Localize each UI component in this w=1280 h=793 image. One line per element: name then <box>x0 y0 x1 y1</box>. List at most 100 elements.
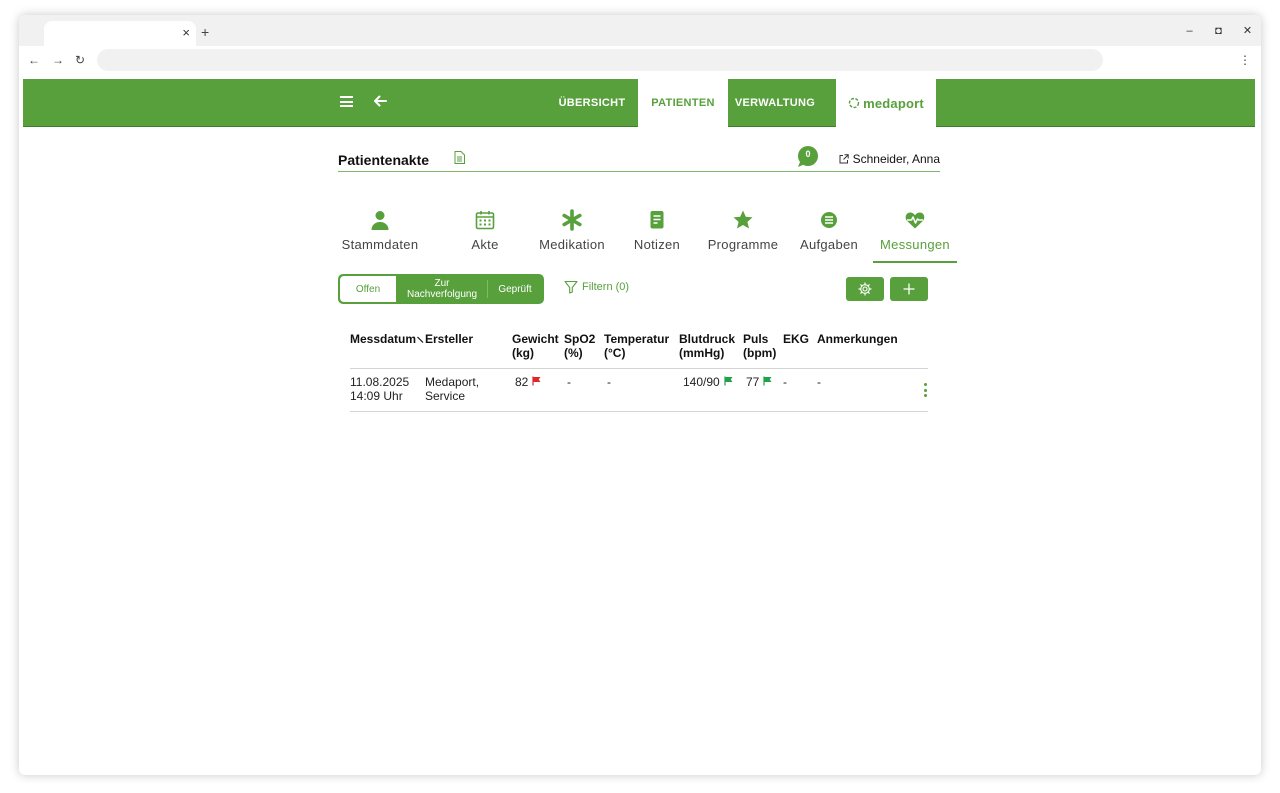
tab-label: Medikation <box>539 237 605 252</box>
note-icon <box>650 211 664 229</box>
tab-label: Notizen <box>633 237 681 252</box>
tab-strip: × + – ◘ ✕ <box>19 15 1261 46</box>
header-label: Blutdruck <box>679 332 736 346</box>
status-geprueft-button[interactable]: Geprüft <box>488 276 542 302</box>
header-puls[interactable]: Puls (bpm) <box>743 332 776 360</box>
calendar-icon <box>475 211 495 230</box>
logo-text: medaport <box>863 95 924 111</box>
header-unit: (°C) <box>604 346 626 360</box>
header-ekg[interactable]: EKG <box>783 332 809 346</box>
header-temperatur[interactable]: Temperatur (°C) <box>604 332 669 360</box>
cell-value: 82 <box>515 375 529 389</box>
forward-button[interactable]: → <box>52 52 64 68</box>
tab-messungen[interactable]: Messungen <box>873 209 957 263</box>
header-unit: (bpm) <box>743 346 777 360</box>
new-tab-button[interactable]: + <box>201 23 209 41</box>
tab-label: Messungen <box>880 237 950 252</box>
tab-notizen[interactable]: Notizen <box>617 209 697 263</box>
tab-akte[interactable]: Akte <box>443 209 527 263</box>
cell-temperatur: - <box>607 375 611 389</box>
tab-label: Programme <box>707 237 779 252</box>
record-header: Patientenakte 0 Schneider, Anna <box>338 145 940 172</box>
cell-ersteller: Medaport, Service <box>425 375 479 403</box>
tab-aufgaben[interactable]: Aufgaben <box>788 209 870 263</box>
person-icon <box>371 211 389 230</box>
cell-value: 140/90 <box>683 375 720 389</box>
heart-pulse-icon <box>905 212 925 229</box>
cell-puls: 77 <box>746 375 772 389</box>
header-spo2[interactable]: SpO2 (%) <box>564 332 595 360</box>
header-unit: (%) <box>564 346 583 360</box>
red-flag-icon <box>532 376 541 386</box>
filter-label: Filtern (0) <box>582 281 630 293</box>
status-filter: Offen Zur Nachverfolgung Geprüft <box>338 274 544 304</box>
header-gewicht[interactable]: Gewicht (kg) <box>512 332 559 360</box>
cell-time: 14:09 Uhr <box>350 389 403 403</box>
gear-icon <box>858 282 872 296</box>
header-label: Messdatum <box>350 332 417 346</box>
back-button[interactable]: ← <box>28 52 40 68</box>
cell-author-line2: Service <box>425 389 466 403</box>
header-label: Gewicht <box>512 332 559 346</box>
cell-blutdruck: 140/90 <box>683 375 733 389</box>
tab-label: Aufgaben <box>799 237 859 252</box>
patient-link[interactable]: Schneider, Anna <box>839 152 940 166</box>
status-offen-button[interactable]: Offen <box>340 276 396 302</box>
minimize-button[interactable]: – <box>1184 24 1195 38</box>
close-window-button[interactable]: ✕ <box>1242 24 1253 38</box>
notification-badge[interactable]: 0 <box>797 146 819 167</box>
browser-tab[interactable]: × <box>44 21 196 46</box>
external-link-icon <box>839 154 849 164</box>
tab-medikation[interactable]: Medikation <box>528 209 616 263</box>
green-flag-icon <box>763 376 772 386</box>
funnel-icon <box>564 280 578 294</box>
list-icon <box>821 212 837 228</box>
browser-menu-icon[interactable]: ⋮ <box>1239 52 1251 68</box>
browser-window: × + – ◘ ✕ ← → ↻ ⋮ ÜBERSICHT PATIENTEN VE… <box>19 15 1261 775</box>
window-controls: – ◘ ✕ <box>1184 24 1253 38</box>
star-icon <box>733 210 753 229</box>
status-nachverfolgung-button[interactable]: Zur Nachverfolgung <box>398 276 486 302</box>
header-unit: (mmHg) <box>679 346 725 360</box>
table-row[interactable]: 11.08.2025 14:09 Uhr Medaport, Service 8… <box>350 369 928 412</box>
page-title: Patientenakte <box>338 152 430 168</box>
address-bar: ← → ↻ ⋮ <box>19 46 1261 75</box>
table-header: Messdatum Ersteller Gewicht (kg) SpO2 (%) … <box>350 331 928 369</box>
header-unit: (kg) <box>512 346 534 360</box>
reload-button[interactable]: ↻ <box>75 52 85 68</box>
measurements-table: Messdatum Ersteller Gewicht (kg) SpO2 (%) … <box>350 331 928 412</box>
cell-anmerkungen: - <box>817 375 821 389</box>
header-anmerkungen[interactable]: Anmerkungen <box>817 332 898 346</box>
logo-icon <box>848 97 860 109</box>
url-input[interactable] <box>97 49 1103 71</box>
header-label: Puls <box>743 332 769 346</box>
header-label: SpO2 <box>564 332 596 346</box>
cell-author-line1: Medaport, <box>425 375 480 389</box>
document-icon[interactable] <box>454 151 465 164</box>
tab-stammdaten[interactable]: Stammdaten <box>338 209 422 263</box>
app-header: ÜBERSICHT PATIENTEN VERWALTUNG medaport <box>23 79 1255 127</box>
sort-icon[interactable] <box>417 335 425 343</box>
cell-messdatum: 11.08.2025 14:09 Uhr <box>350 375 409 403</box>
back-arrow-icon[interactable] <box>372 93 388 109</box>
nav-tab-uebersicht[interactable]: ÜBERSICHT <box>553 79 631 127</box>
hamburger-menu-icon[interactable] <box>340 96 353 107</box>
tab-programme[interactable]: Programme <box>700 209 786 263</box>
cell-value: 77 <box>746 375 760 389</box>
header-messdatum[interactable]: Messdatum <box>350 332 425 346</box>
nav-tab-patienten[interactable]: PATIENTEN <box>638 79 728 127</box>
filter-button[interactable]: Filtern (0) <box>564 280 629 294</box>
row-menu-icon[interactable] <box>924 383 928 397</box>
add-measurement-button[interactable] <box>890 277 928 301</box>
header-ersteller[interactable]: Ersteller <box>425 332 473 346</box>
restore-button[interactable]: ◘ <box>1213 24 1224 38</box>
settings-button[interactable] <box>846 277 884 301</box>
status-label-line1: Zur <box>434 278 450 289</box>
nav-tab-verwaltung[interactable]: VERWALTUNG <box>730 79 820 127</box>
cell-ekg: - <box>783 375 787 389</box>
green-flag-icon <box>724 376 733 386</box>
tab-close-icon[interactable]: × <box>182 24 190 42</box>
cell-gewicht: 82 <box>515 375 541 389</box>
header-blutdruck[interactable]: Blutdruck (mmHg) <box>679 332 735 360</box>
patient-name: Schneider, Anna <box>852 152 940 166</box>
